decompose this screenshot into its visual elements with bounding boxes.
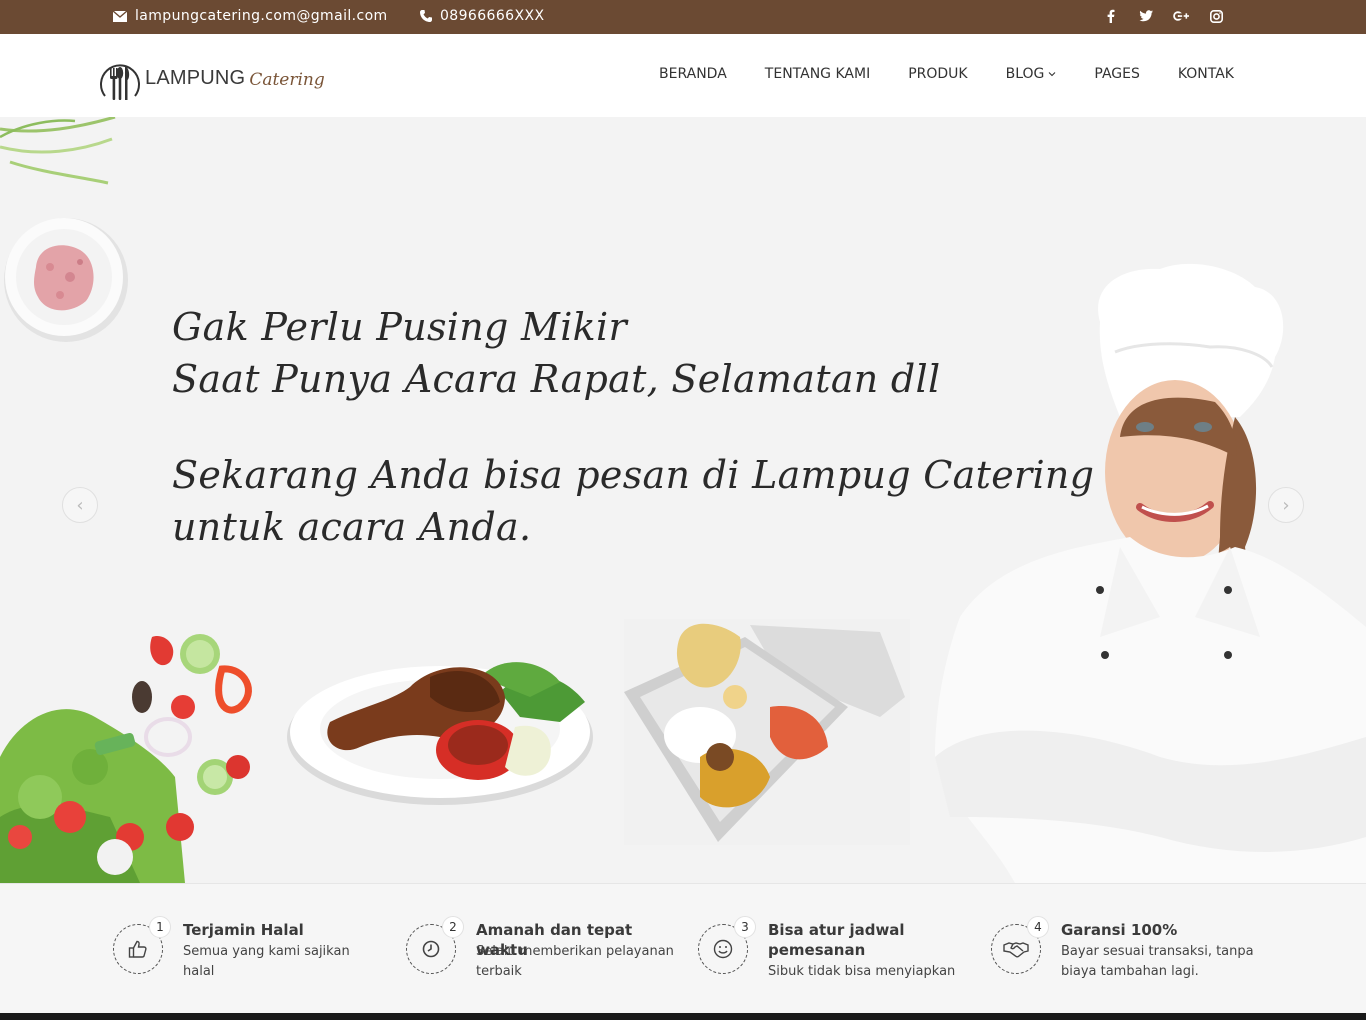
nav-item-tentang-kami[interactable]: TENTANG KAMI — [765, 66, 870, 82]
feature-item: 4 Garansi 100% Bayar sesuai transaksi, t… — [991, 916, 1261, 990]
cutlery-logo-icon — [100, 64, 140, 100]
feature-number: 3 — [734, 916, 756, 938]
spring-onion-image — [0, 117, 116, 185]
nav-label: PAGES — [1094, 66, 1140, 82]
google-plus-icon[interactable] — [1173, 8, 1189, 24]
slider-prev-button[interactable]: ‹ — [62, 487, 98, 523]
feature-item: 2 Amanah dan tepat waktu Selalu memberik… — [406, 916, 676, 990]
logo-text-main: LAMPUNG — [145, 66, 246, 89]
twitter-icon[interactable] — [1138, 8, 1154, 24]
salad-vegetables-image — [0, 634, 252, 883]
logo-text-script: Catering — [249, 70, 325, 90]
hero-headline: Gak Perlu Pusing Mikir Saat Punya Acara … — [172, 301, 940, 405]
nav-label: BLOG — [1005, 66, 1045, 82]
phone-icon — [420, 10, 432, 22]
feature-item: 3 Bisa atur jadwal pemesanan Sibuk tidak… — [698, 916, 968, 990]
nav-item-blog[interactable]: BLOG — [1006, 66, 1057, 82]
nasi-box-image — [624, 619, 910, 845]
main-nav: BERANDA TENTANG KAMI PRODUK BLOG PAGES K… — [659, 66, 1234, 82]
facebook-icon[interactable] — [1103, 8, 1119, 24]
feature-description: Bayar sesuai transaksi, tanpa biaya tamb… — [1061, 944, 1254, 979]
nav-item-pages[interactable]: PAGES — [1094, 66, 1139, 82]
grilled-chicken-plate-image — [287, 662, 593, 805]
contact-phone[interactable]: 08966666XXX — [420, 8, 544, 24]
instagram-icon[interactable] — [1208, 8, 1224, 24]
feature-item: 1 Terjamin Halal Semua yang kami sajikan… — [113, 916, 383, 990]
hero-slider: Gak Perlu Pusing Mikir Saat Punya Acara … — [0, 117, 1366, 883]
smile-icon — [713, 939, 733, 959]
feature-number: 1 — [149, 916, 171, 938]
feature-title: Garansi 100% — [1061, 921, 1178, 939]
hero-line-2: Saat Punya Acara Rapat, Selamatan dll — [172, 357, 941, 401]
contact-email[interactable]: lampungcatering.com@gmail.com — [113, 8, 388, 24]
nav-item-kontak[interactable]: KONTAK — [1178, 66, 1234, 82]
minced-meat-plate-image — [4, 218, 128, 342]
chef-woman-image — [935, 263, 1366, 883]
feature-number: 2 — [442, 916, 464, 938]
phone-text: 08966666XXX — [440, 8, 545, 24]
feature-description: Semua yang kami sajikan halal — [183, 944, 350, 979]
nav-label: BERANDA — [659, 66, 727, 82]
top-bar: lampungcatering.com@gmail.com 08966666XX… — [0, 0, 1366, 34]
feature-number: 4 — [1027, 916, 1049, 938]
chevron-down-icon — [1049, 72, 1056, 77]
handshake-icon — [1003, 942, 1029, 958]
nav-label: KONTAK — [1177, 66, 1234, 82]
feature-title: Terjamin Halal — [183, 921, 304, 939]
chevron-right-icon: › — [1282, 494, 1290, 516]
hero-line-4: untuk acara Anda. — [172, 505, 532, 549]
nav-item-beranda[interactable]: BERANDA — [659, 66, 727, 82]
features-section: 1 Terjamin Halal Semua yang kami sajikan… — [0, 883, 1366, 1013]
site-header: LAMPUNG Catering BERANDA TENTANG KAMI PR… — [0, 34, 1366, 117]
email-text: lampungcatering.com@gmail.com — [135, 8, 388, 24]
hero-line-3: Sekarang Anda bisa pesan di Lampug Cater… — [172, 453, 1095, 497]
nav-label: TENTANG KAMI — [764, 66, 871, 82]
nav-item-produk[interactable]: PRODUK — [908, 66, 967, 82]
feature-title: Bisa atur jadwal pemesanan — [768, 921, 905, 959]
feature-description: Selalu memberikan pelayanan terbaik — [476, 944, 674, 979]
footer-strip — [0, 1013, 1366, 1020]
thumbs-up-icon — [128, 940, 147, 958]
envelope-icon — [113, 10, 127, 22]
hero-subheadline: Sekarang Anda bisa pesan di Lampug Cater… — [172, 449, 1094, 553]
feature-description: Sibuk tidak bisa menyiapkan — [768, 964, 956, 979]
hero-line-1: Gak Perlu Pusing Mikir — [172, 305, 627, 349]
site-logo[interactable]: LAMPUNG Catering — [99, 56, 325, 104]
chevron-left-icon: ‹ — [76, 494, 84, 516]
social-links — [1103, 8, 1224, 24]
slider-next-button[interactable]: › — [1268, 487, 1304, 523]
nav-label: PRODUK — [908, 66, 968, 82]
clock-icon — [422, 940, 440, 958]
